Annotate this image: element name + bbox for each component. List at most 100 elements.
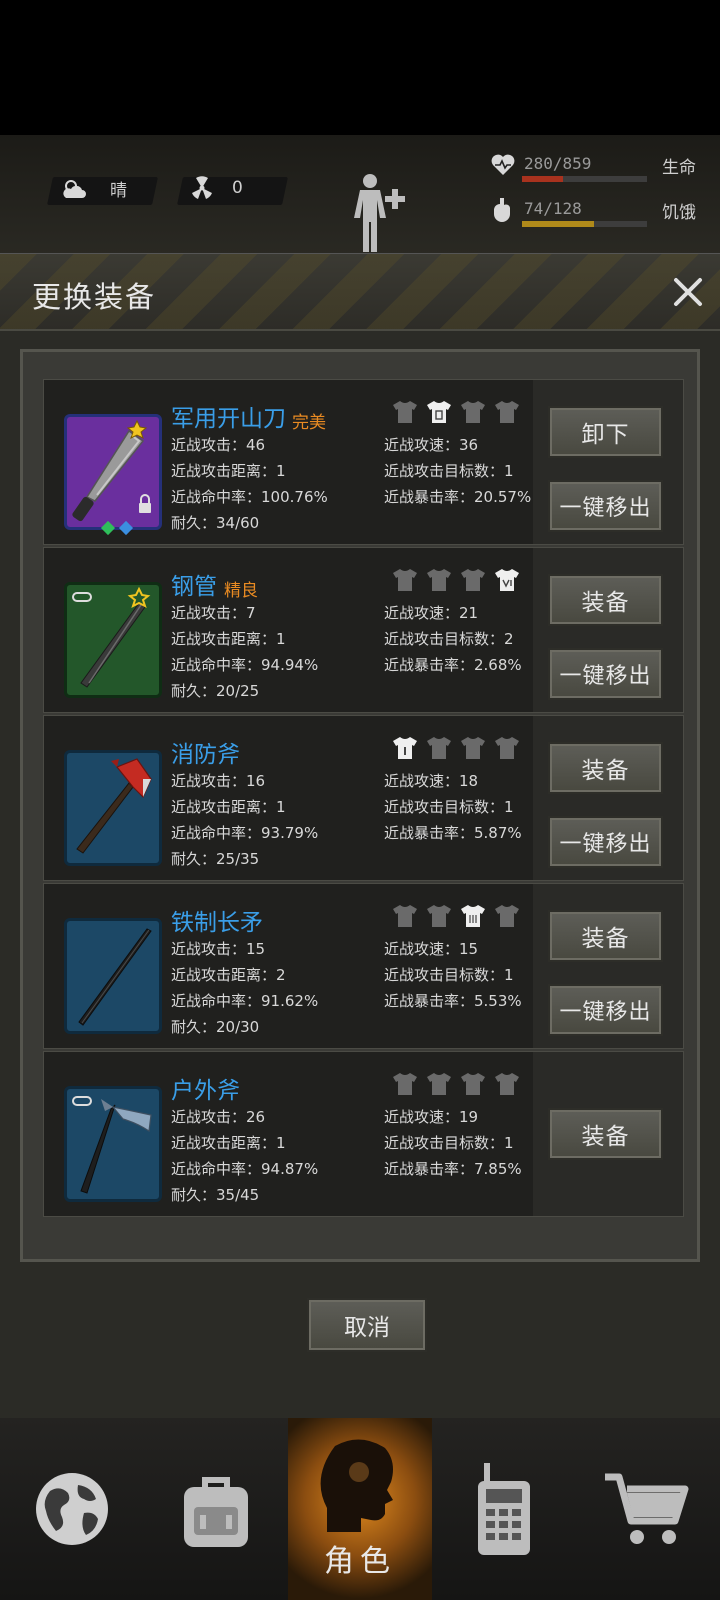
item-name: 军用开山刀 xyxy=(171,406,286,432)
melee-crit-rate: 近战暴击率：2.68% xyxy=(384,656,522,674)
melee-speed: 近战攻速：36 xyxy=(384,436,479,454)
radiation-status: 0 xyxy=(190,176,243,200)
steel-pipe-icon xyxy=(72,586,151,688)
close-button[interactable] xyxy=(668,272,708,312)
durability: 耐久：20/25 xyxy=(171,682,260,700)
melee-hit-rate: 近战命中率：94.87% xyxy=(171,1160,319,1178)
cancel-button[interactable]: 取消 xyxy=(307,1298,427,1352)
slot-indicators xyxy=(392,400,520,424)
melee-speed: 近战攻速：15 xyxy=(384,940,479,958)
melee-targets: 近战攻击目标数：1 xyxy=(384,798,514,816)
nav-radio[interactable] xyxy=(432,1418,576,1600)
slot-2-shirt-icon xyxy=(427,737,451,759)
melee-crit-rate: 近战暴击率：5.53% xyxy=(384,992,522,1010)
remove-all-button[interactable]: 一键移出 xyxy=(548,816,663,868)
equipment-panel: 军用开山刀 完美 近战攻击：46 近战攻速：36 近战攻击距离：1 近战攻击目标… xyxy=(20,349,700,1262)
dialog-header: 更换装备 xyxy=(0,254,720,331)
melee-speed: 近战攻速：18 xyxy=(384,772,479,790)
equip-button[interactable]: 装备 xyxy=(548,742,663,794)
close-icon xyxy=(674,278,702,306)
melee-hit-rate: 近战命中率：100.76% xyxy=(171,488,328,506)
slot-3-shirt-icon xyxy=(461,905,485,927)
dialog-title: 更换装备 xyxy=(32,280,157,314)
slot-1-shirt-icon xyxy=(393,569,417,591)
radiation-icon xyxy=(190,176,214,200)
equip-button[interactable]: 装备 xyxy=(548,910,663,962)
equip-button[interactable]: 装备 xyxy=(548,574,663,626)
item-name: 铁制长矛 xyxy=(171,910,263,936)
slot-3-shirt-icon xyxy=(461,569,485,591)
equipment-item: 钢管 精良 近战攻击：7 近战攻速：21 近战攻击距离：1 近战攻击目标数：2 … xyxy=(43,547,684,713)
slot-indicators xyxy=(392,568,520,592)
slot-3-shirt-icon xyxy=(461,1073,485,1095)
durability: 耐久：25/35 xyxy=(171,850,260,868)
melee-range: 近战攻击距离：1 xyxy=(171,462,286,480)
melee-hit-rate: 近战命中率：93.79% xyxy=(171,824,319,842)
melee-attack: 近战攻击：46 xyxy=(171,436,266,454)
globe-icon xyxy=(36,1473,108,1545)
item-thumbnail[interactable] xyxy=(64,414,162,536)
item-thumbnail[interactable] xyxy=(64,750,162,866)
slot-3-shirt-icon xyxy=(461,737,485,759)
hunger-bar xyxy=(522,221,647,227)
item-thumbnail[interactable] xyxy=(64,582,162,698)
bottom-nav: 角色 xyxy=(0,1418,720,1600)
item-thumbnail[interactable] xyxy=(64,1086,162,1202)
slot-2-shirt-icon xyxy=(427,905,451,927)
slot-indicators xyxy=(392,1072,520,1096)
equip-button[interactable]: 装备 xyxy=(548,1108,663,1160)
slot-2-shirt-icon xyxy=(427,401,451,423)
nav-world-map[interactable] xyxy=(0,1418,144,1600)
slot-1-shirt-icon xyxy=(393,905,417,927)
melee-crit-rate: 近战暴击率：20.57% xyxy=(384,488,532,506)
walkie-talkie-icon xyxy=(478,1463,530,1555)
item-name: 钢管 xyxy=(171,574,217,600)
slot-indicators xyxy=(392,904,520,928)
health-value: 280/859 xyxy=(524,154,592,173)
unequip-button[interactable]: 卸下 xyxy=(548,406,663,458)
radiation-value: 0 xyxy=(232,178,243,198)
melee-crit-rate: 近战暴击率：7.85% xyxy=(384,1160,522,1178)
slot-1-shirt-icon xyxy=(393,401,417,423)
nav-character[interactable]: 角色 xyxy=(288,1418,432,1600)
spear-icon xyxy=(78,928,152,1026)
hunger-label: 饥饿 xyxy=(662,203,696,223)
health-bar xyxy=(522,176,647,182)
nav-backpack[interactable] xyxy=(144,1418,288,1600)
nav-character-label: 角色 xyxy=(324,1544,396,1579)
slot-1-shirt-icon xyxy=(393,1073,417,1095)
item-thumbnail[interactable] xyxy=(64,918,162,1034)
health-label: 生命 xyxy=(662,158,696,178)
fire-axe-icon xyxy=(76,758,152,854)
melee-range: 近战攻击距离：1 xyxy=(171,630,286,648)
slot-4-shirt-icon xyxy=(495,401,519,423)
slot-2-shirt-icon xyxy=(427,569,451,591)
slot-3-shirt-icon xyxy=(461,401,485,423)
body-heal-icon[interactable] xyxy=(348,173,412,255)
equipment-item: 消防斧 近战攻击：16 近战攻速：18 近战攻击距离：1 近战攻击目标数：1 近… xyxy=(43,715,684,881)
backpack-icon xyxy=(184,1477,248,1547)
cloudy-sun-icon xyxy=(60,177,88,201)
remove-all-button[interactable]: 一键移出 xyxy=(548,648,663,700)
melee-range: 近战攻击距离：1 xyxy=(171,798,286,816)
item-name: 户外斧 xyxy=(171,1078,240,1104)
slot-4-shirt-icon xyxy=(495,1073,519,1095)
slot-indicators xyxy=(392,736,520,760)
melee-attack: 近战攻击：15 xyxy=(171,940,266,958)
equipment-item: 户外斧 近战攻击：26 近战攻速：19 近战攻击距离：1 近战攻击目标数：1 近… xyxy=(43,1051,684,1217)
remove-all-button[interactable]: 一键移出 xyxy=(548,984,663,1036)
equipment-item: 军用开山刀 完美 近战攻击：46 近战攻速：36 近战攻击距离：1 近战攻击目标… xyxy=(43,379,684,545)
slot-4-shirt-icon xyxy=(495,569,519,591)
item-quality: 完美 xyxy=(292,413,326,433)
melee-targets: 近战攻击目标数：1 xyxy=(384,966,514,984)
melee-hit-rate: 近战命中率：91.62% xyxy=(171,992,319,1010)
nav-shop[interactable] xyxy=(576,1418,720,1600)
melee-crit-rate: 近战暴击率：5.87% xyxy=(384,824,522,842)
melee-speed: 近战攻速：19 xyxy=(384,1108,479,1126)
change-equipment-dialog: 更换装备 军用开山刀 完美 近战攻击：46 近战攻速：36 近战攻击距离：1 近… xyxy=(0,253,720,1419)
slot-2-shirt-icon xyxy=(427,1073,451,1095)
melee-range: 近战攻击距离：1 xyxy=(171,1134,286,1152)
slot-4-shirt-icon xyxy=(495,737,519,759)
remove-all-button[interactable]: 一键移出 xyxy=(548,480,663,532)
weather-status: 晴 xyxy=(60,176,127,201)
